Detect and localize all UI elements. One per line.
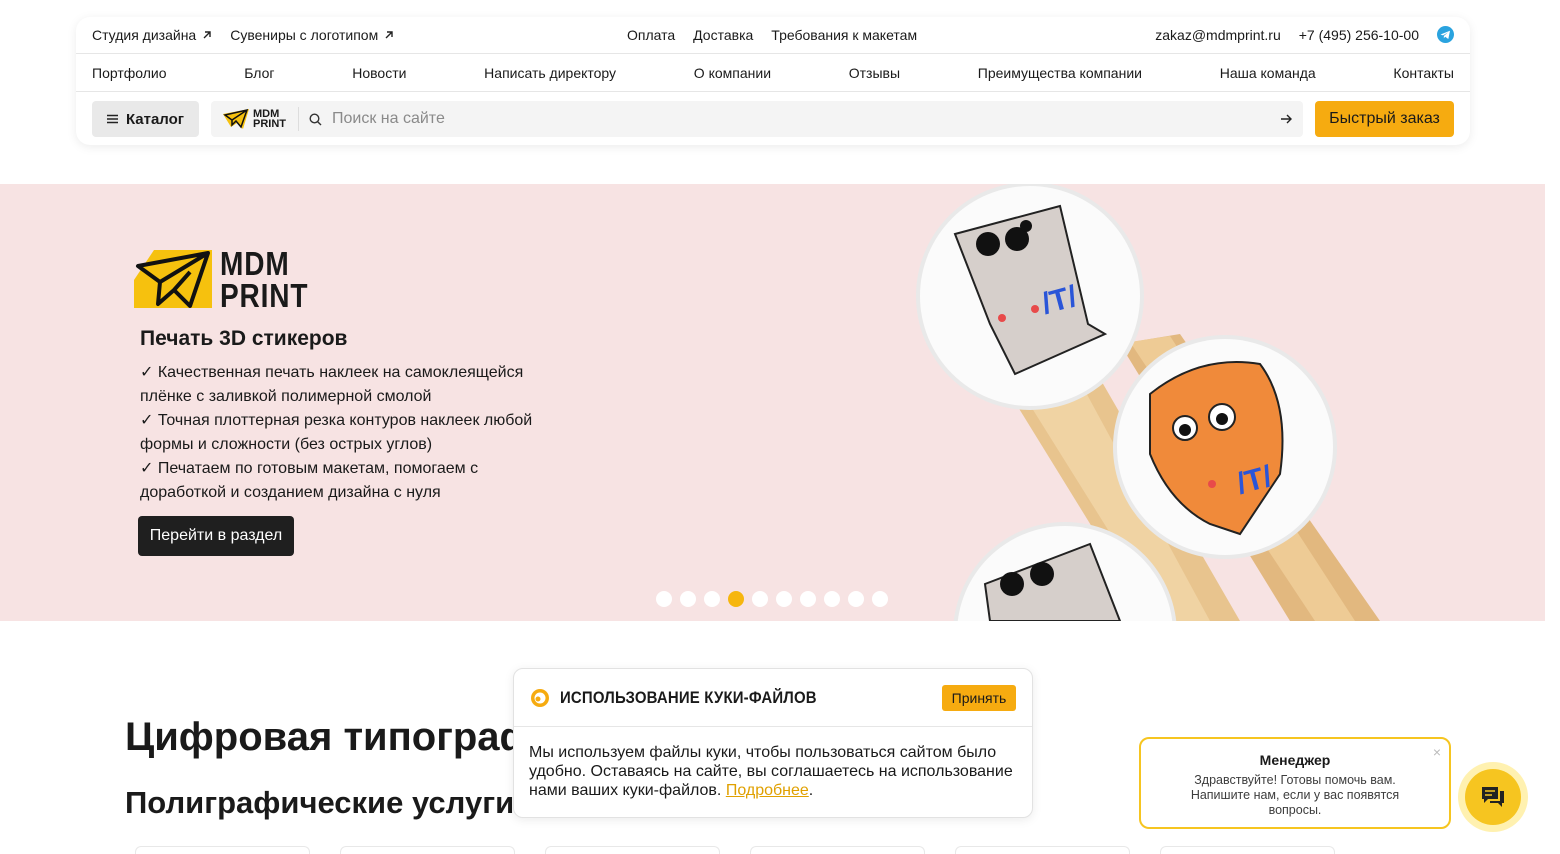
nav-contacts[interactable]: Контакты [1393, 65, 1453, 81]
design-studio-link[interactable]: Студия дизайна [92, 27, 212, 43]
slider-dot[interactable] [656, 591, 672, 607]
hero-logo-line2: PRINT [220, 277, 309, 314]
chat-popup: × Менеджер Здравствуйте! Готовы помочь в… [1139, 737, 1451, 829]
top-contacts: zakaz@mdmprint.ru +7 (495) 256-10-00 [1155, 26, 1454, 43]
cookie-icon [531, 688, 549, 707]
slider-dot[interactable] [800, 591, 816, 607]
nav-team[interactable]: Наша команда [1220, 65, 1316, 81]
nav-about[interactable]: О компании [694, 65, 771, 81]
hero-bullet: ✓ Точная плоттерная резка контуров накле… [140, 412, 533, 453]
nav-news[interactable]: Новости [352, 65, 406, 81]
slider-dot[interactable] [848, 591, 864, 607]
slider-dot[interactable] [680, 591, 696, 607]
service-card[interactable] [1160, 846, 1335, 854]
go-to-section-button[interactable]: Перейти в раздел [138, 516, 294, 556]
slider-dot[interactable] [824, 591, 840, 607]
search-icon [309, 112, 322, 125]
chat-icon [1482, 787, 1504, 807]
cookie-banner: ИСПОЛЬЗОВАНИЕ КУКИ-ФАЙЛОВ Принять Мы исп… [513, 668, 1033, 818]
toolbar: Каталог MDM PRINT Быстрый заказ [92, 101, 1454, 137]
chat-title: Менеджер [1259, 752, 1331, 768]
email-link[interactable]: zakaz@mdmprint.ru [1155, 27, 1280, 43]
slider-dots [656, 591, 888, 607]
slider-dot[interactable] [704, 591, 720, 607]
chat-open-button[interactable] [1458, 762, 1528, 832]
cookie-body: Мы используем файлы куки, чтобы пользова… [514, 727, 1032, 816]
service-card[interactable] [135, 846, 310, 854]
hero-bullet: ✓ Качественная печать наклеек на самокле… [140, 364, 524, 405]
paper-plane-logo-icon [223, 109, 249, 129]
cookie-banner-header: ИСПОЛЬЗОВАНИЕ КУКИ-ФАЙЛОВ Принять [514, 669, 1032, 727]
hero-logo: MDM PRINT [134, 245, 324, 314]
hero-logo-line1: MDM [220, 245, 290, 282]
top-utility-bar: Студия дизайна Сувениры с логотипом Опла… [76, 17, 1470, 54]
hero-image-badges: /T/ /T/ [916, 184, 1380, 621]
catalog-button[interactable]: Каталог [92, 101, 199, 137]
main-nav: Портфолио Блог Новости Написать директор… [92, 54, 1454, 92]
service-card[interactable] [545, 846, 720, 854]
cookie-more-link[interactable]: Подробнее [726, 782, 809, 799]
phone-link[interactable]: +7 (495) 256-10-00 [1299, 27, 1419, 43]
hero-logo-text: MDM PRINT [220, 245, 309, 314]
header-logo-line2: PRINT [253, 118, 286, 130]
main-nav-bar: Портфолио Блог Новости Написать директор… [76, 54, 1470, 92]
cookie-accept-button[interactable]: Принять [942, 684, 1016, 711]
paper-plane-logo-icon [134, 250, 212, 308]
hero-slider: MDM PRINT Печать 3D стикеров ✓ Качествен… [0, 184, 1545, 621]
header-logo[interactable]: MDM PRINT [223, 107, 299, 131]
hero-bullets: ✓ Качественная печать наклеек на самокле… [140, 361, 560, 505]
close-icon[interactable]: × [1433, 744, 1441, 760]
slider-dot[interactable] [776, 591, 792, 607]
slider-dot[interactable] [752, 591, 768, 607]
payment-link[interactable]: Оплата [627, 27, 675, 43]
service-card[interactable] [955, 846, 1130, 854]
chat-button-inner [1465, 769, 1521, 825]
menu-icon [106, 114, 118, 124]
quick-order-button[interactable]: Быстрый заказ [1315, 101, 1454, 137]
nav-portfolio[interactable]: Портфолио [92, 65, 167, 81]
chat-message: Здравствуйте! Готовы помочь вам. Напишит… [1190, 773, 1400, 817]
top-left-links: Студия дизайна Сувениры с логотипом [92, 27, 394, 43]
hero-bullet: ✓ Печатаем по готовым макетам, помогаем … [140, 460, 479, 501]
cookie-text-suffix: . [808, 782, 814, 799]
arrow-right-icon[interactable] [1281, 114, 1293, 124]
search-bar: MDM PRINT [211, 101, 1303, 137]
catalog-label: Каталог [125, 110, 185, 128]
souvenirs-label: Сувениры с логотипом [230, 27, 379, 43]
souvenirs-link[interactable]: Сувениры с логотипом [230, 27, 394, 43]
top-center-links: Оплата Доставка Требования к макетам [627, 27, 917, 43]
page-subtitle: Полиграфические услуги [125, 785, 515, 820]
nav-write-director[interactable]: Написать директору [484, 65, 616, 81]
design-studio-label: Студия дизайна [92, 27, 197, 43]
site-header: Студия дизайна Сувениры с логотипом Опла… [76, 17, 1470, 145]
header-logo-text: MDM PRINT [253, 109, 286, 130]
layout-requirements-link[interactable]: Требования к макетам [771, 27, 917, 43]
cookie-title: ИСПОЛЬЗОВАНИЕ КУКИ-ФАЙЛОВ [560, 687, 817, 707]
telegram-icon[interactable] [1437, 26, 1454, 43]
search-input[interactable] [332, 110, 1271, 128]
slider-dot-active[interactable] [728, 591, 744, 607]
service-card[interactable] [750, 846, 925, 854]
nav-reviews[interactable]: Отзывы [849, 65, 900, 81]
hero-title: Печать 3D стикеров [140, 327, 348, 350]
slider-dot[interactable] [872, 591, 888, 607]
nav-blog[interactable]: Блог [244, 65, 274, 81]
delivery-link[interactable]: Доставка [693, 27, 753, 43]
external-link-icon [385, 31, 393, 39]
service-cards-row [135, 846, 1335, 854]
service-card[interactable] [340, 846, 515, 854]
nav-advantages[interactable]: Преимущества компании [978, 65, 1142, 81]
external-link-icon [203, 31, 211, 39]
